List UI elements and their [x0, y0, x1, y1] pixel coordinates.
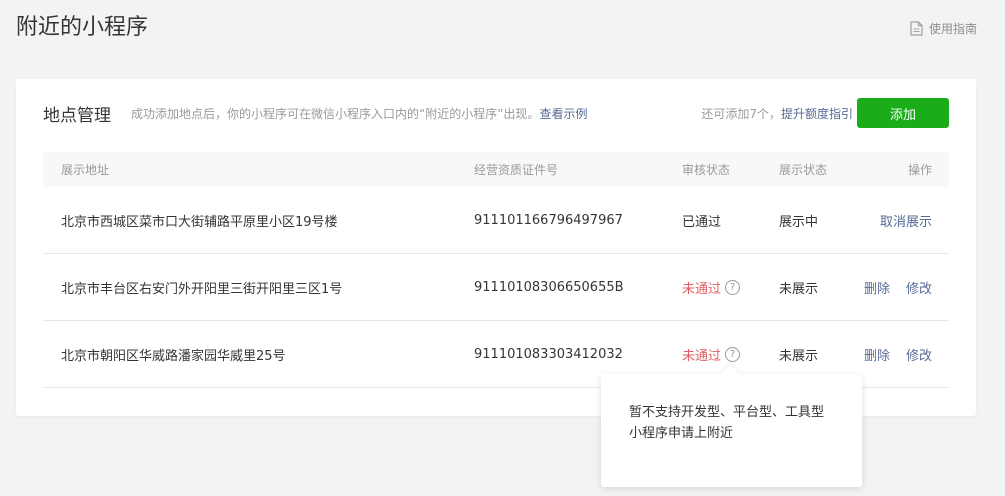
header-display: 展示状态: [779, 163, 828, 177]
card-header: 地点管理 成功添加地点后，你的小程序可在微信小程序入口内的“附近的小程序”出现。…: [43, 98, 949, 128]
location-card: 地点管理 成功添加地点后，你的小程序可在微信小程序入口内的“附近的小程序”出现。…: [16, 79, 976, 416]
row-audit: 未通过 ?: [682, 278, 779, 297]
hint-text: 成功添加地点后，你的小程序可在微信小程序入口内的“附近的小程序”出现。: [131, 106, 540, 121]
row-license: 911101083303412032: [474, 346, 623, 362]
help-icon[interactable]: ?: [725, 279, 741, 295]
row-address: 北京市丰台区右安门外开阳里三街开阳里三区1号: [61, 281, 343, 297]
audit-status: 未通过: [682, 348, 722, 364]
location-table: 展示地址 经营资质证件号 审核状态 展示状态 操作 北京市西城区菜市口大街辅路平…: [43, 152, 949, 388]
row-display: 未展示: [779, 281, 819, 297]
row-address: 北京市西城区菜市口大街辅路平原里小区19号楼: [61, 214, 338, 230]
quota-info: 还可添加7个， 提升额度指引: [701, 105, 853, 122]
row-display: 未展示: [779, 348, 819, 364]
row-license: 91110108306650655B: [474, 279, 624, 295]
delete-link[interactable]: 删除: [864, 278, 890, 297]
page-title: 附近的小程序: [16, 15, 149, 40]
section-hint: 成功添加地点后，你的小程序可在微信小程序入口内的“附近的小程序”出现。查看示例: [131, 105, 587, 122]
row-audit: 已通过: [682, 211, 779, 230]
row-ops: 删除 修改: [854, 345, 949, 364]
help-icon[interactable]: ?: [725, 346, 741, 362]
document-icon: [910, 21, 923, 36]
guide-link-label: 使用指南: [928, 22, 977, 36]
table-row: 北京市丰台区右安门外开阳里三街开阳里三区1号 91110108306650655…: [43, 254, 949, 321]
row-license: 911101166796497967: [474, 212, 623, 228]
header-ops: 操作: [907, 163, 932, 177]
audit-status: 已通过: [682, 214, 722, 230]
tooltip-text: 暂不支持开发型、平台型、工具型小程序申请上附近: [629, 405, 825, 441]
header-audit: 审核状态: [682, 163, 731, 177]
raise-quota-link[interactable]: 提升额度指引: [781, 105, 853, 122]
row-display: 展示中: [779, 214, 819, 230]
header-license: 经营资质证件号: [474, 163, 559, 177]
table-header: 展示地址 经营资质证件号 审核状态 展示状态 操作: [43, 152, 949, 187]
audit-status: 未通过: [682, 281, 722, 297]
page: 附近的小程序 使用指南 地点管理 成功添加地点后，你的小程序可在微信小程序入口内…: [0, 0, 1005, 496]
quota-text: 还可添加7个，: [701, 106, 781, 121]
audit-tooltip: 暂不支持开发型、平台型、工具型小程序申请上附近: [601, 374, 862, 487]
row-audit: 未通过 ?: [682, 345, 779, 364]
cancel-display-link[interactable]: 取消展示: [880, 211, 932, 230]
delete-link[interactable]: 删除: [864, 345, 890, 364]
add-button[interactable]: 添加: [857, 98, 949, 128]
edit-link[interactable]: 修改: [906, 345, 932, 364]
row-address: 北京市朝阳区华威路潘家园华威里25号: [61, 348, 286, 364]
row-ops: 取消展示: [854, 211, 949, 230]
row-ops: 删除 修改: [854, 278, 949, 297]
view-example-link[interactable]: 查看示例: [539, 107, 587, 121]
table-row: 北京市西城区菜市口大街辅路平原里小区19号楼 91110116679649796…: [43, 187, 949, 254]
section-title: 地点管理: [43, 105, 111, 126]
guide-link[interactable]: 使用指南: [910, 20, 977, 37]
edit-link[interactable]: 修改: [906, 278, 932, 297]
header-address: 展示地址: [61, 163, 110, 177]
